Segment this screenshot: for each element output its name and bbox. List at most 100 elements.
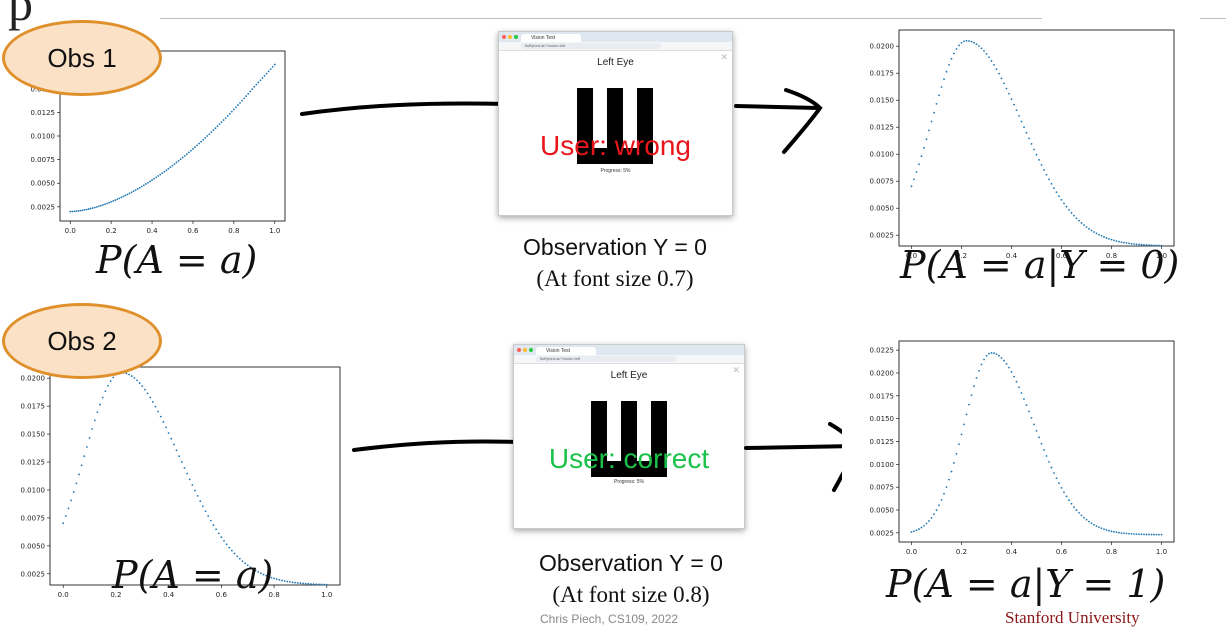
- density-point: [1008, 366, 1010, 369]
- density-point: [1028, 137, 1030, 140]
- close-icon[interactable]: ✕: [732, 365, 740, 376]
- density-point: [1160, 533, 1163, 536]
- density-point: [249, 90, 252, 93]
- density-point: [93, 419, 96, 422]
- eye-label: Left Eye: [610, 370, 648, 381]
- density-point: [128, 373, 130, 376]
- browser-tab[interactable]: Vision Test: [536, 347, 596, 355]
- density-point: [1050, 466, 1053, 469]
- density-point: [136, 187, 139, 190]
- density-point: [1095, 525, 1098, 527]
- density-point: [1095, 232, 1098, 235]
- y-tick-label: 0.0150: [21, 431, 46, 439]
- density-point: [970, 394, 973, 397]
- density-point: [910, 531, 913, 533]
- posterior-formula-1: P(A = a|Y = 0): [900, 243, 1180, 287]
- density-point: [990, 60, 993, 62]
- density-point: [970, 40, 973, 43]
- density-point: [1003, 359, 1005, 362]
- density-point: [208, 133, 211, 135]
- x-tick-label: 0.0: [906, 548, 917, 556]
- density-point: [146, 392, 149, 395]
- density-point: [112, 376, 115, 379]
- density-point: [1005, 362, 1008, 365]
- prior-formula-2: P(A = a): [112, 553, 274, 597]
- density-point: [85, 208, 88, 211]
- density-point: [1075, 509, 1078, 511]
- density-point: [220, 121, 223, 124]
- density-point: [983, 50, 985, 52]
- density-point: [928, 520, 930, 522]
- y-tick-label: 0.0125: [870, 124, 895, 132]
- density-point: [1130, 532, 1133, 535]
- density-point: [225, 543, 228, 546]
- density-point: [998, 72, 1000, 75]
- density-point: [130, 375, 133, 377]
- density-point: [983, 358, 985, 361]
- density-point: [278, 578, 281, 581]
- density-point: [199, 500, 202, 503]
- density-point: [144, 388, 146, 391]
- density-point: [980, 363, 983, 366]
- density-point: [910, 185, 913, 188]
- density-point: [93, 206, 96, 209]
- y-tick-label: 0.0075: [870, 484, 895, 492]
- x-tick-label: 0.2: [956, 548, 967, 556]
- density-point: [978, 45, 980, 47]
- density-point: [958, 443, 960, 446]
- density-point: [1020, 392, 1023, 394]
- density-point: [73, 210, 76, 213]
- density-point: [1108, 237, 1110, 240]
- density-point: [194, 489, 196, 492]
- density-point: [216, 125, 219, 128]
- density-point: [1150, 533, 1153, 536]
- density-point: [226, 114, 229, 117]
- density-point: [241, 99, 243, 102]
- url-field[interactable]: fluffybird.ai/?mode=left: [536, 356, 676, 362]
- density-point: [1090, 522, 1093, 525]
- density-point: [1023, 126, 1025, 129]
- density-point: [1133, 533, 1135, 535]
- density-point: [118, 197, 121, 200]
- density-point: [312, 583, 315, 586]
- density-point: [243, 97, 245, 100]
- posterior-plot-2: 0.0 0.2 0.4 0.6 0.8 1.0 0.0025 0.0050 0.0075 0.01…: [842, 336, 1182, 566]
- density-point: [83, 455, 86, 458]
- density-point: [1098, 526, 1100, 529]
- density-point: [1073, 214, 1075, 217]
- density-point: [963, 40, 965, 43]
- density-point: [948, 478, 950, 481]
- density-point: [1093, 231, 1095, 233]
- density-point: [296, 582, 299, 584]
- browser-urlbar: fluffybird.ai/?mode=left: [514, 355, 744, 364]
- density-point: [196, 144, 198, 147]
- y-tick-label: 0.0100: [31, 133, 56, 141]
- density-point: [83, 209, 86, 211]
- density-point: [985, 53, 988, 55]
- density-point: [173, 163, 176, 165]
- density-point: [175, 449, 178, 452]
- density-point: [210, 131, 213, 134]
- density-point: [255, 83, 258, 86]
- density-point: [89, 207, 92, 210]
- density-point: [87, 208, 90, 210]
- density-point: [120, 196, 123, 199]
- browser-tabbar: Vision Test: [514, 345, 744, 355]
- x-tick-label: 1.0: [269, 227, 280, 235]
- close-icon[interactable]: ✕: [720, 52, 728, 63]
- density-point: [1015, 380, 1018, 383]
- density-point: [190, 149, 192, 152]
- density-point: [170, 437, 173, 440]
- density-point: [1058, 195, 1060, 198]
- url-field[interactable]: fluffybird.ai/?mode=left: [521, 43, 661, 49]
- title-divider: [160, 18, 1042, 19]
- density-point: [1070, 211, 1073, 214]
- density-point: [1025, 131, 1028, 134]
- density-point: [181, 156, 184, 159]
- density-point: [1005, 87, 1008, 90]
- browser-tab[interactable]: Vision Test: [521, 34, 581, 42]
- density-point: [101, 396, 104, 399]
- density-point: [206, 135, 209, 137]
- density-point: [245, 95, 248, 97]
- density-point: [1063, 491, 1065, 494]
